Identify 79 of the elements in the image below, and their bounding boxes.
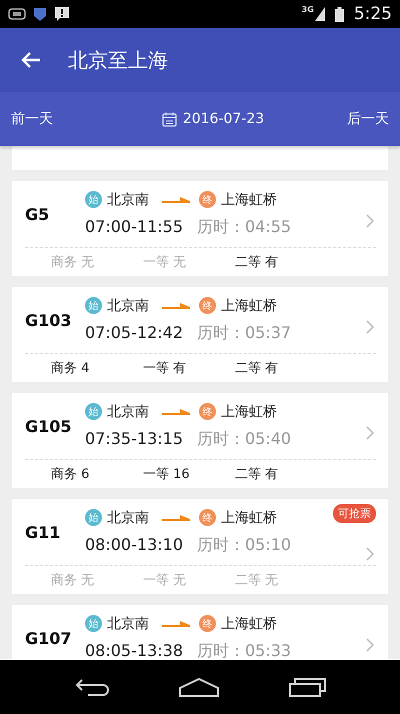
end-station-badge: 终: [199, 509, 216, 526]
travel-duration: 历时：05:40: [197, 428, 292, 450]
network-label: 3G: [302, 5, 314, 14]
seat-availability: 一等 无: [143, 572, 188, 589]
clock: 5:25: [354, 4, 392, 24]
travel-duration: 历时：05:10: [197, 534, 292, 556]
end-station-badge: 终: [199, 615, 216, 632]
train-card[interactable]: G105 始 北京南 终 上海虹桥 07:35-13:15 历时：05:40 商务 6 一等 16 二等 有: [12, 393, 388, 488]
recent-apps-icon[interactable]: [288, 677, 326, 697]
next-day-link[interactable]: 后一天: [347, 110, 389, 128]
departure-station: 北京南: [107, 614, 149, 632]
signal-icon: [314, 7, 325, 21]
train-card[interactable]: G5 始 北京南 终 上海虹桥 07:00-11:55 历时：04:55 商务 无 一等 无 二等 有: [12, 181, 388, 276]
route-arrow-icon: [162, 514, 190, 520]
train-number: G105: [25, 416, 73, 436]
route-arrow-icon: [162, 408, 190, 414]
seat-availability: 一等 有: [143, 360, 188, 377]
ticket-grab-badge: 可抢票: [333, 504, 376, 522]
chevron-right-icon: [366, 426, 374, 440]
train-number: G11: [25, 522, 62, 542]
arrival-station: 上海虹桥: [221, 296, 277, 314]
page-title: 北京至上海: [68, 46, 168, 74]
departure-arrival-time: 07:05-12:42: [85, 322, 183, 344]
arrival-station: 上海虹桥: [221, 190, 277, 208]
seat-availability: 二等 无: [235, 572, 280, 589]
date-picker[interactable]: 2016-07-23: [182, 111, 264, 127]
battery-icon: [334, 6, 344, 22]
start-station-badge: 始: [85, 297, 102, 314]
chevron-right-icon: [366, 320, 374, 334]
departure-station: 北京南: [107, 402, 149, 420]
train-number: G107: [25, 628, 73, 648]
home-icon[interactable]: [178, 677, 220, 697]
train-card[interactable]: G107 始 北京南 终 上海虹桥 08:05-13:38 历时：05:33: [12, 605, 388, 660]
departure-arrival-time: 07:35-13:15: [85, 428, 183, 450]
departure-arrival-time: 08:00-13:10: [85, 534, 183, 556]
start-station-badge: 始: [85, 509, 102, 526]
departure-station: 北京南: [107, 190, 149, 208]
travel-duration: 历时：04:55: [197, 216, 292, 238]
chevron-right-icon: [366, 638, 374, 652]
travel-duration: 历时：05:33: [197, 640, 292, 660]
seat-availability: 商务 无: [51, 572, 96, 589]
shield-icon: [32, 6, 48, 22]
seat-availability: 二等 有: [235, 360, 280, 377]
end-station-badge: 终: [199, 191, 216, 208]
previous-day-link[interactable]: 前一天: [11, 110, 53, 128]
alert-icon: [54, 6, 70, 22]
seat-availability: 商务 6: [51, 466, 90, 483]
start-station-badge: 始: [85, 191, 102, 208]
chevron-right-icon: [366, 546, 374, 560]
train-card[interactable]: G11 始 北京南 终 上海虹桥 08:00-13:10 历时：05:10 可抢票 商务 无 一等 无 二等 无: [12, 499, 388, 594]
start-station-badge: 始: [85, 403, 102, 420]
chevron-right-icon: [366, 214, 374, 228]
train-number: G103: [25, 310, 73, 330]
notification-icon: [8, 8, 26, 20]
route-arrow-icon: [162, 196, 190, 202]
train-card[interactable]: G103 始 北京南 终 上海虹桥 07:05-12:42 历时：05:37 商务 4 一等 有 二等 有: [12, 287, 388, 382]
seat-availability: 二等 有: [235, 254, 280, 271]
back-arrow-icon[interactable]: [21, 51, 41, 69]
route-arrow-icon: [162, 620, 190, 626]
train-number: G5: [25, 204, 50, 224]
end-station-badge: 终: [199, 403, 216, 420]
departure-arrival-time: 08:05-13:38: [85, 640, 183, 660]
calendar-icon[interactable]: [162, 112, 177, 126]
departure-station: 北京南: [107, 508, 149, 526]
route-arrow-icon: [162, 302, 190, 308]
seat-availability: 一等 无: [143, 254, 188, 271]
arrival-station: 上海虹桥: [221, 402, 277, 420]
seat-availability: 二等 有: [235, 466, 280, 483]
departure-arrival-time: 07:00-11:55: [85, 216, 183, 238]
departure-station: 北京南: [107, 296, 149, 314]
start-station-badge: 始: [85, 615, 102, 632]
arrival-station: 上海虹桥: [221, 614, 277, 632]
seat-availability: 商务 无: [51, 254, 96, 271]
arrival-station: 上海虹桥: [221, 508, 277, 526]
seat-availability: 商务 4: [51, 360, 90, 377]
seat-availability: 一等 16: [143, 466, 191, 483]
back-icon[interactable]: [74, 677, 110, 697]
travel-duration: 历时：05:37: [197, 322, 292, 344]
end-station-badge: 终: [199, 297, 216, 314]
